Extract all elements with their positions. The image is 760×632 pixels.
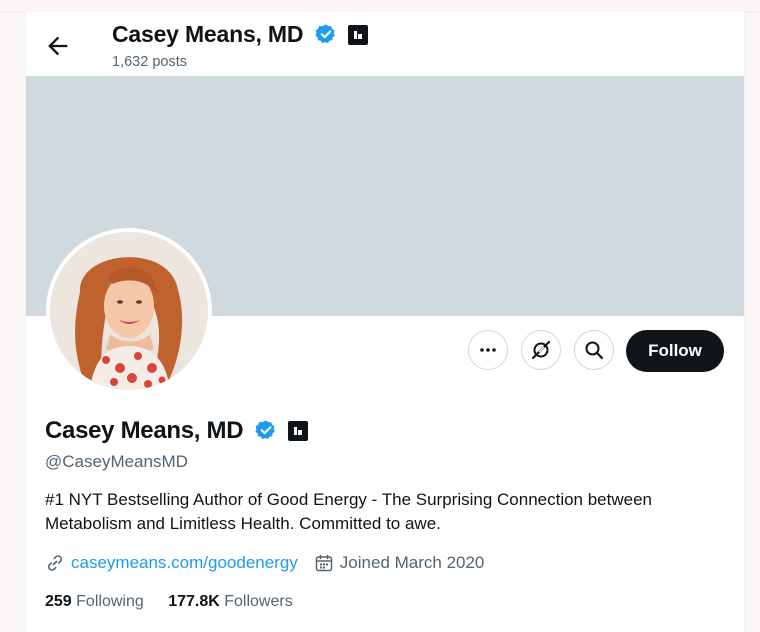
profile-header: Casey Means, MD 1,632 posts [26, 12, 744, 76]
grok-icon [531, 340, 551, 360]
grok-button[interactable] [521, 330, 561, 370]
avatar[interactable] [46, 228, 212, 394]
verified-badge-icon[interactable] [255, 419, 277, 441]
more-dots-icon [480, 348, 496, 352]
followers-count: 177.8K [168, 593, 220, 610]
website-link[interactable]: caseymeans.com/goodenergy [71, 553, 298, 573]
following-count: 259 [45, 593, 72, 610]
header-name: Casey Means, MD [112, 21, 304, 47]
affiliate-badge-icon[interactable] [347, 25, 368, 45]
header-title: Casey Means, MD [112, 21, 368, 48]
avatar-photo [50, 232, 208, 390]
follow-stats: 259 Following 177.8K Followers [45, 593, 293, 611]
more-button[interactable] [468, 330, 508, 370]
search-icon [585, 341, 604, 360]
follow-button[interactable]: Follow [626, 330, 724, 372]
joined-date: Joined March 2020 [339, 553, 485, 572]
search-button[interactable] [574, 330, 614, 370]
calendar-icon [315, 554, 333, 572]
link-icon [48, 555, 62, 571]
profile-handle: @CaseyMeansMD [45, 452, 188, 471]
followers-link[interactable]: 177.8K Followers [168, 593, 293, 610]
profile-bio: #1 NYT Bestselling Author of Good Energy… [45, 490, 653, 533]
following-link[interactable]: 259 Following [45, 593, 148, 610]
following-label: Following [76, 593, 144, 610]
profile-name-row: Casey Means, MD [45, 417, 308, 445]
profile-meta: caseymeans.com/goodenergy Joined March 2… [45, 553, 484, 573]
profile-panel: Casey Means, MD 1,632 posts Follow Casey… [25, 12, 745, 632]
header-posts-count: 1,632 posts [112, 54, 187, 70]
affiliate-badge-icon[interactable] [288, 421, 308, 441]
arrow-left-icon[interactable] [44, 32, 72, 60]
verified-badge-icon[interactable] [314, 23, 337, 45]
profile-name: Casey Means, MD [45, 417, 244, 444]
followers-label: Followers [224, 593, 293, 610]
